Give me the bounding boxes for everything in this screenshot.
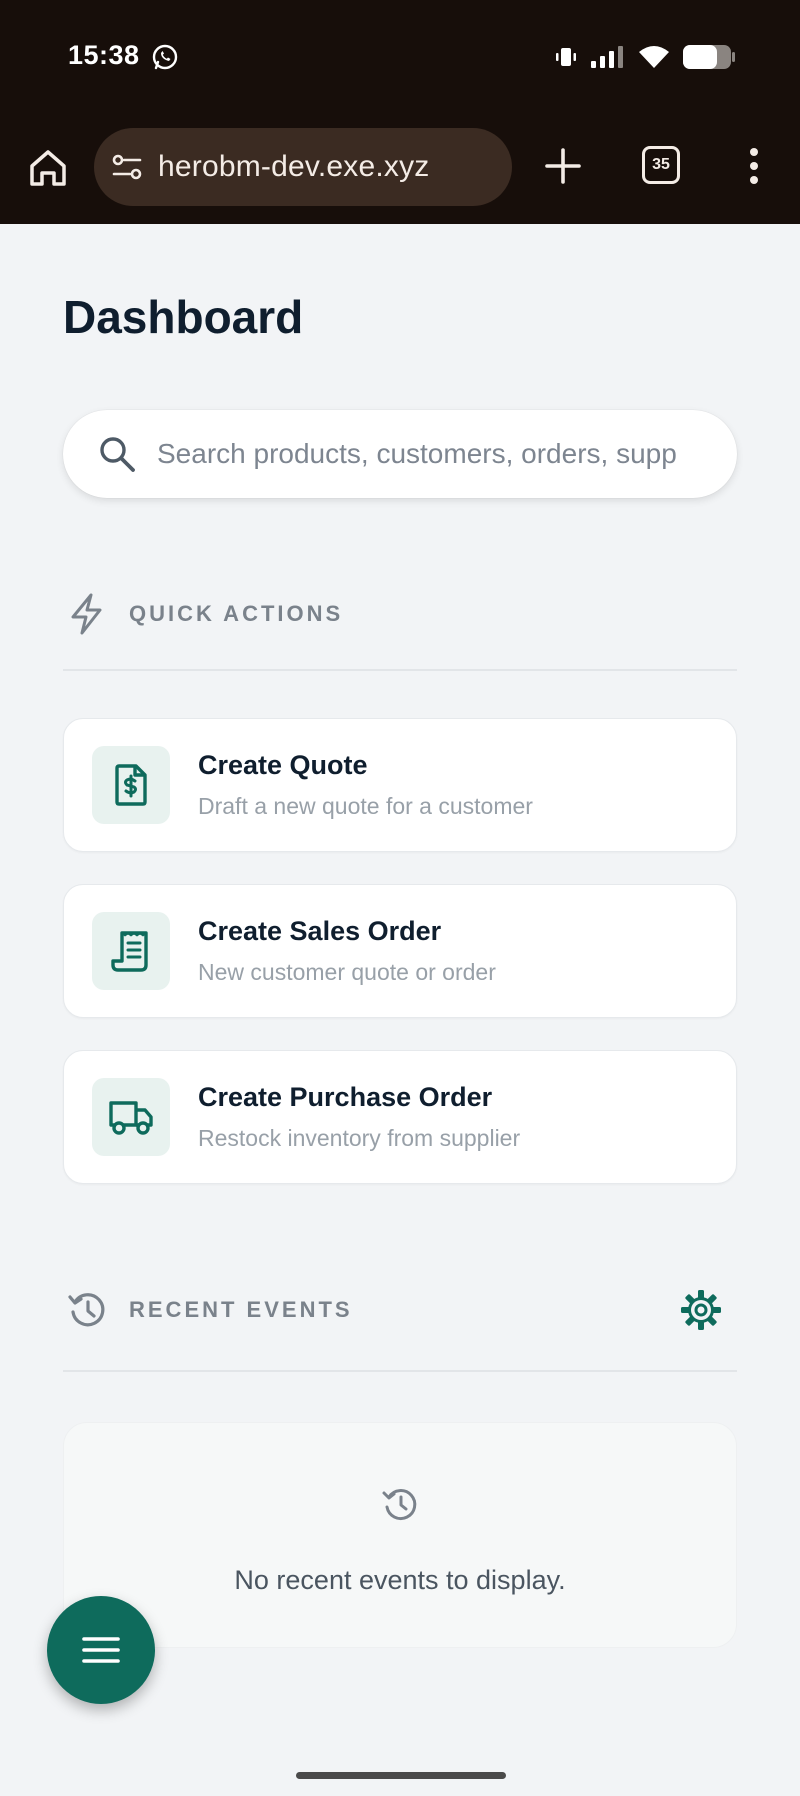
status-time: 15:38 (68, 40, 140, 70)
quick-actions-label: QUICK ACTIONS (129, 601, 344, 626)
card-title: Create Quote (198, 750, 368, 780)
whatsapp-icon (152, 44, 178, 70)
new-tab-icon[interactable] (543, 146, 583, 186)
create-sales-order-card[interactable]: Create Sales Order New customer quote or… (63, 884, 737, 1018)
card-title: Create Sales Order (198, 916, 442, 946)
search-bar[interactable] (63, 410, 737, 498)
hamburger-menu-icon (82, 1637, 120, 1663)
create-quote-card[interactable]: Create Quote Draft a new quote for a cus… (63, 718, 737, 852)
more-options-icon[interactable] (744, 144, 764, 188)
search-input[interactable] (157, 438, 737, 470)
history-icon (382, 1489, 417, 1521)
home-icon[interactable] (28, 146, 68, 190)
status-icons (554, 42, 736, 72)
receipt-icon (92, 912, 170, 990)
url-text: herobm-dev.exe.xyz (158, 150, 430, 183)
quick-actions-header: QUICK ACTIONS (63, 584, 737, 644)
signal-icon (591, 46, 623, 68)
dollar-document-icon (92, 746, 170, 824)
browser-toolbar: herobm-dev.exe.xyz 35 (0, 116, 800, 224)
wifi-icon (639, 46, 669, 68)
divider (63, 669, 737, 671)
truck-icon (92, 1078, 170, 1156)
gear-icon[interactable] (679, 1288, 723, 1332)
card-subtitle: Restock inventory from supplier (198, 1125, 521, 1151)
battery-icon (683, 45, 735, 69)
search-icon (100, 437, 135, 472)
status-bar: 15:38 (0, 0, 800, 116)
card-subtitle: Draft a new quote for a customer (198, 793, 533, 819)
create-purchase-order-card[interactable]: Create Purchase Order Restock inventory … (63, 1050, 737, 1184)
recent-events-header: RECENT EVENTS (63, 1280, 737, 1340)
card-title: Create Purchase Order (198, 1082, 493, 1112)
menu-fab-button[interactable] (47, 1596, 155, 1704)
history-icon (68, 1293, 105, 1327)
card-subtitle: New customer quote or order (198, 959, 496, 985)
address-bar[interactable]: herobm-dev.exe.xyz (94, 128, 512, 206)
lightning-icon (71, 593, 102, 635)
site-settings-icon[interactable] (110, 152, 144, 182)
empty-state-text: No recent events to display. (234, 1565, 566, 1595)
page-title: Dashboard (63, 291, 304, 343)
recent-events-empty-state: No recent events to display. (63, 1422, 737, 1648)
recent-events-label: RECENT EVENTS (129, 1297, 353, 1322)
tab-count: 35 (652, 156, 670, 173)
divider (63, 1370, 737, 1372)
vibrate-icon (556, 48, 576, 66)
home-indicator[interactable] (296, 1772, 506, 1779)
tab-switcher-button[interactable]: 35 (642, 146, 680, 184)
